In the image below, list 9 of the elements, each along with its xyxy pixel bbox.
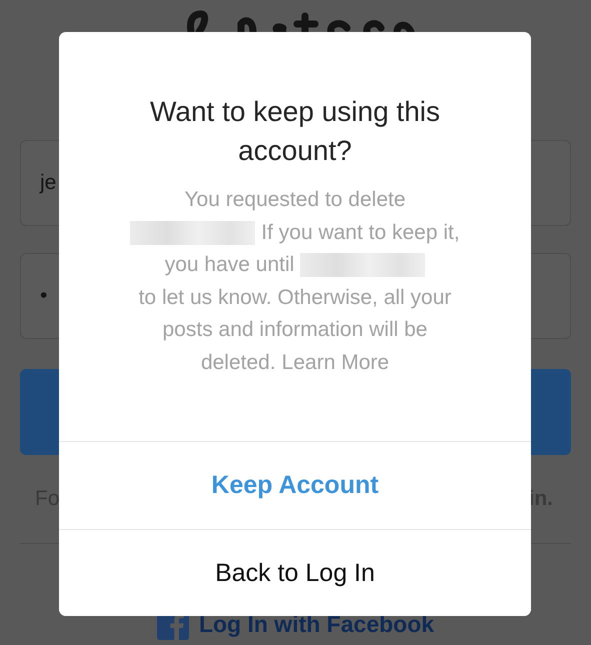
message-text: If you want to keep it, xyxy=(261,220,460,246)
dialog-title: Want to keep using this account? xyxy=(148,95,441,168)
learn-more-link[interactable]: Learn More xyxy=(282,346,390,379)
back-to-login-button[interactable]: Back to Log In xyxy=(59,529,531,616)
message-text: you have until xyxy=(164,252,294,278)
message-text: deleted. xyxy=(200,350,276,376)
message-text: posts and information will be xyxy=(162,317,428,343)
message-text: to let us know. Otherwise, all your xyxy=(138,284,452,310)
message-text: You requested to delete xyxy=(184,187,406,213)
